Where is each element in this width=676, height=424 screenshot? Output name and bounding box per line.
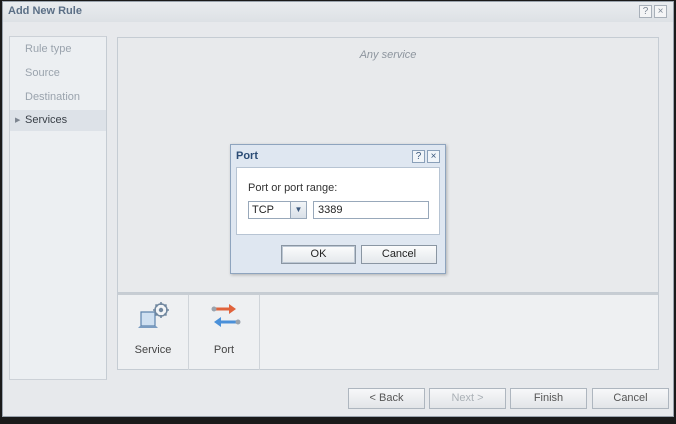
nav-item-source[interactable]: Source bbox=[10, 63, 106, 84]
tile-service[interactable]: Service bbox=[118, 295, 189, 370]
protocol-value: TCP bbox=[252, 204, 274, 216]
tile-port[interactable]: Port bbox=[189, 295, 260, 370]
chevron-right-icon: ▶ bbox=[15, 117, 21, 124]
service-type-tiles: Service Port bbox=[117, 293, 659, 370]
protocol-select[interactable]: TCP ▼ bbox=[248, 201, 307, 219]
finish-button[interactable]: Finish bbox=[510, 388, 587, 409]
nav-item-destination[interactable]: Destination bbox=[10, 87, 106, 108]
nav-item-rule-type[interactable]: Rule type bbox=[10, 39, 106, 60]
close-button[interactable]: × bbox=[654, 5, 667, 18]
next-button[interactable]: Next > bbox=[429, 388, 506, 409]
tile-label: Port bbox=[213, 344, 235, 356]
port-dialog: Port ? × Port or port range: TCP ▼ 3389 … bbox=[230, 144, 446, 274]
window-title: Add New Rule bbox=[8, 5, 82, 17]
port-input[interactable]: 3389 bbox=[313, 201, 429, 219]
nav-item-label: Rule type bbox=[25, 43, 72, 55]
back-button[interactable]: < Back bbox=[348, 388, 425, 409]
port-range-label: Port or port range: bbox=[248, 182, 338, 194]
service-gear-icon bbox=[138, 302, 169, 328]
title-bar: Add New Rule ? × bbox=[3, 2, 673, 22]
port-arrows-icon bbox=[211, 304, 241, 327]
nav-item-label: Source bbox=[25, 67, 60, 79]
dialog-cancel-button[interactable]: Cancel bbox=[361, 245, 437, 264]
services-header: Any service bbox=[359, 49, 417, 61]
dialog-close-button[interactable]: × bbox=[427, 150, 440, 163]
nav-item-services[interactable]: ▶ Services bbox=[10, 110, 106, 131]
cancel-button[interactable]: Cancel bbox=[592, 388, 669, 409]
dialog-title: Port bbox=[236, 150, 258, 162]
wizard-step-nav: Rule type Source Destination ▶ Services bbox=[9, 36, 107, 380]
ok-button[interactable]: OK bbox=[281, 245, 356, 264]
wizard-footer: < Back Next > Finish Cancel bbox=[3, 388, 673, 414]
nav-item-label: Services bbox=[25, 114, 68, 126]
chevron-down-icon[interactable]: ▼ bbox=[290, 202, 306, 218]
dialog-body: Port or port range: TCP ▼ 3389 bbox=[236, 167, 440, 235]
help-button[interactable]: ? bbox=[639, 5, 652, 18]
nav-item-label: Destination bbox=[25, 91, 81, 103]
dialog-help-button[interactable]: ? bbox=[412, 150, 425, 163]
tile-label: Service bbox=[134, 344, 172, 356]
